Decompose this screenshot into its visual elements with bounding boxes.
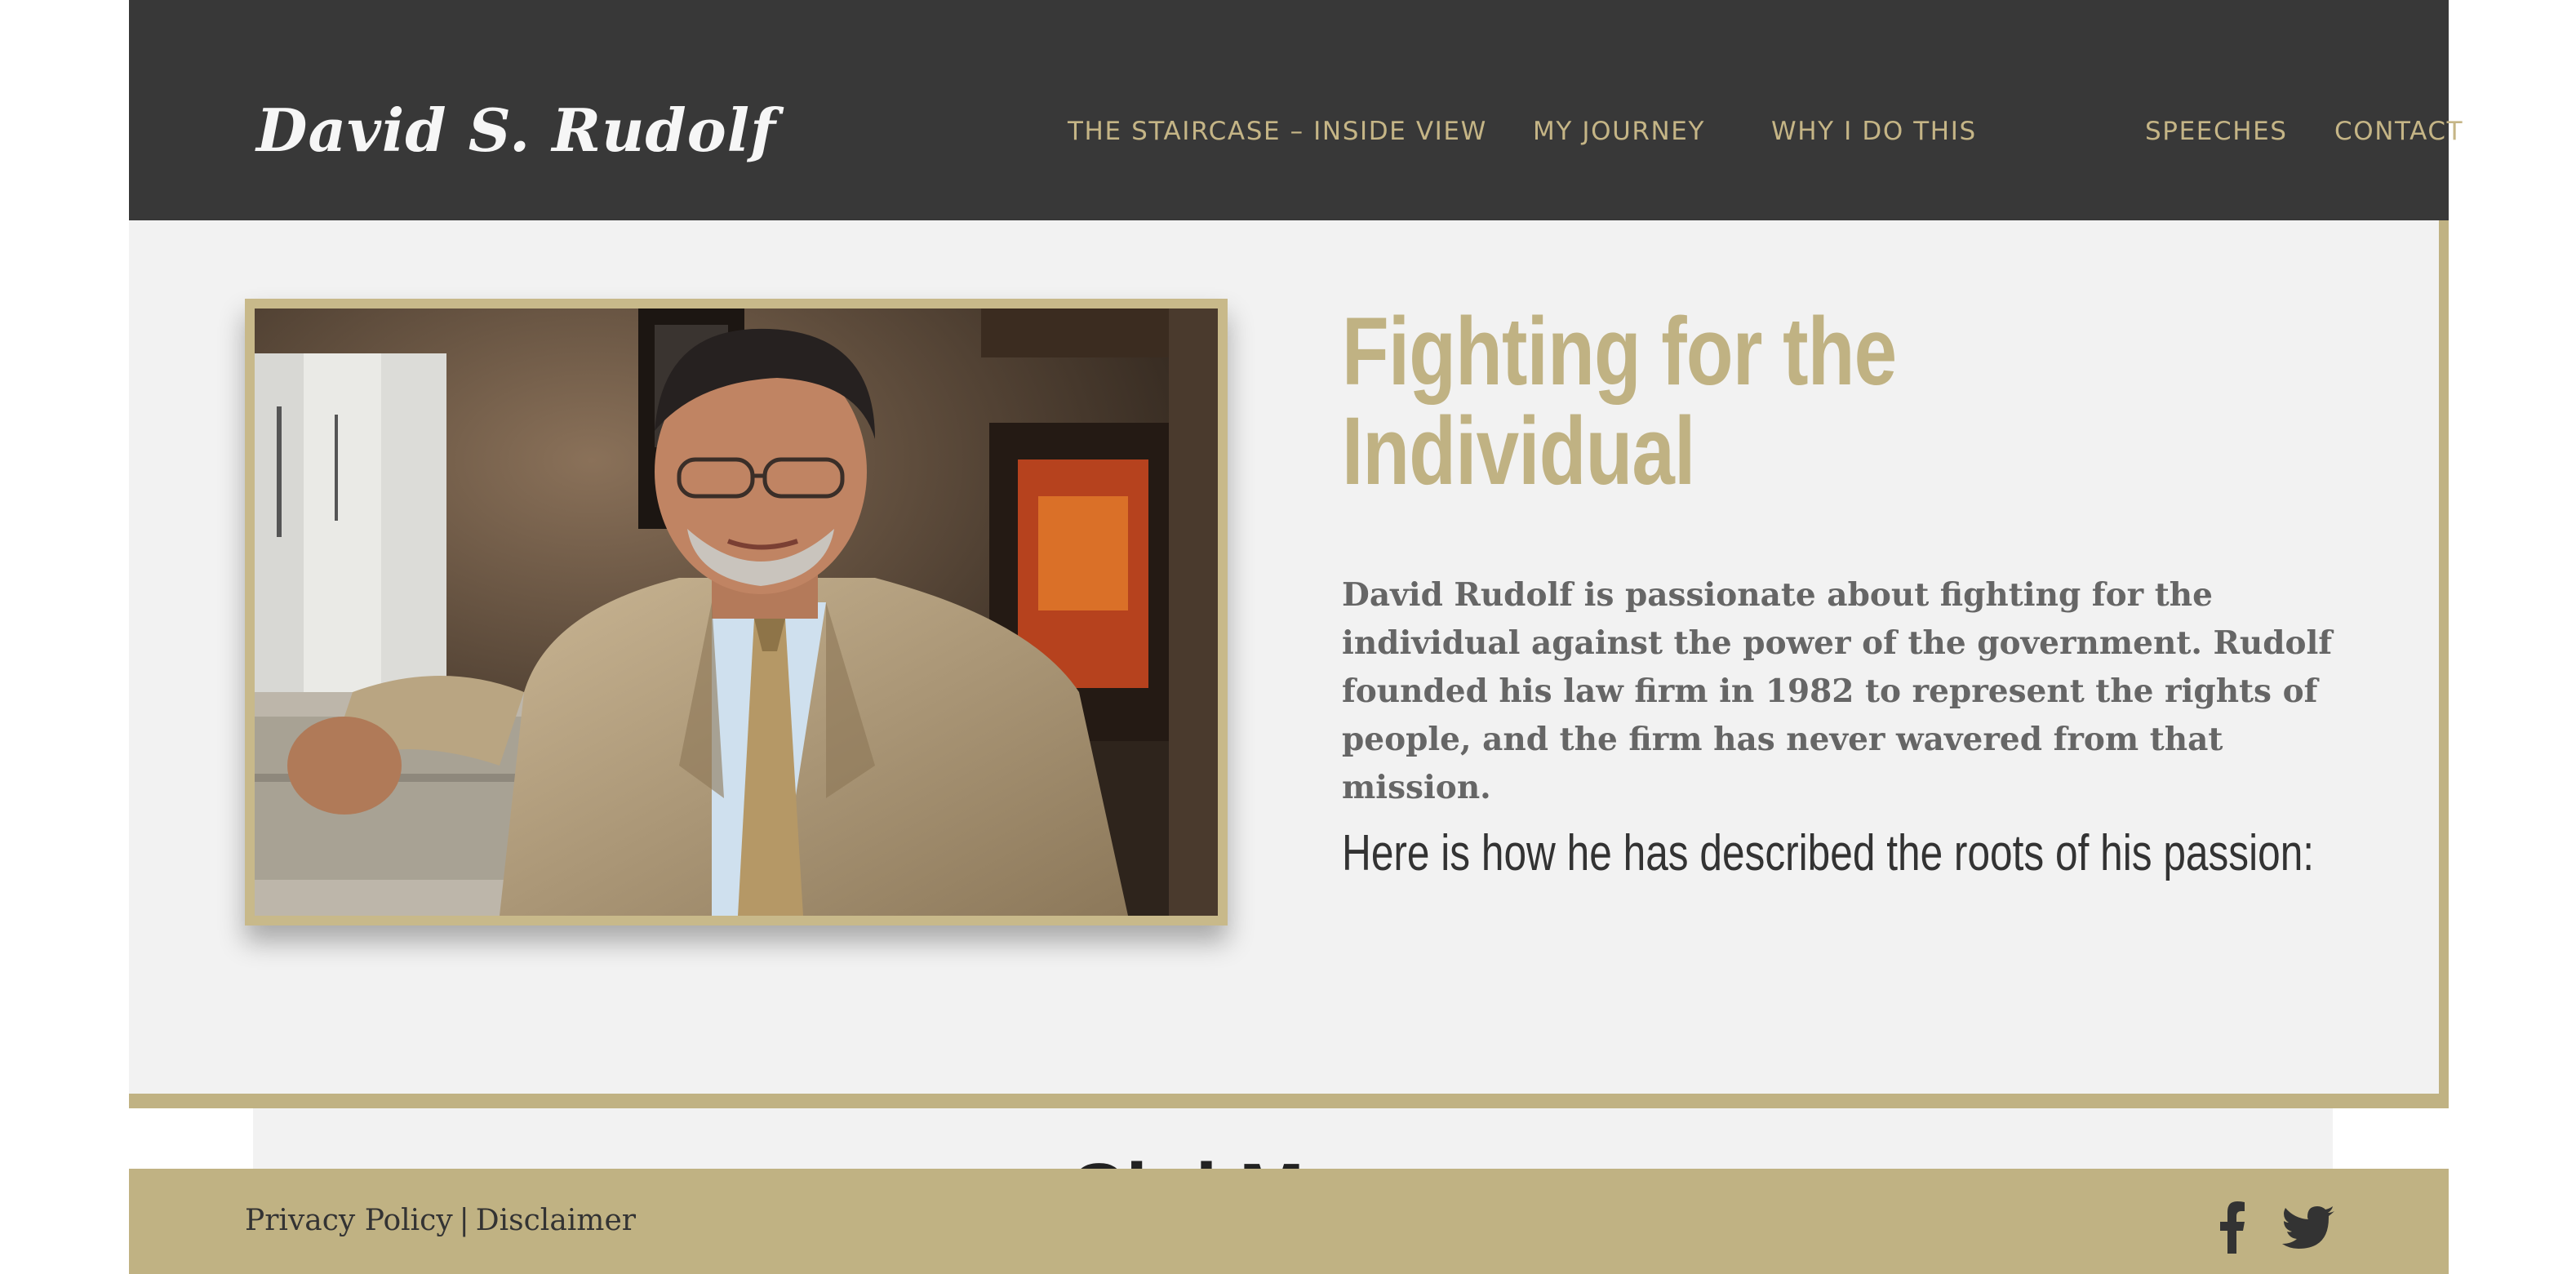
hero-body-text: David Rudolf is passionate about fightin…	[1342, 576, 2333, 806]
nav-item-my-journey[interactable]: MY JOURNEY	[1533, 113, 1705, 150]
facebook-glyph	[2220, 1201, 2245, 1254]
nav-item-the-staircase[interactable]: THE STAIRCASE – INSIDE VIEW	[1068, 113, 1487, 150]
hero-section: Fighting for the Individual David Rudolf…	[129, 220, 2449, 1108]
nav-item-speeches[interactable]: SPEECHES	[2145, 113, 2288, 150]
social-icons	[2187, 1201, 2334, 1254]
nav-item-why-i-do-this[interactable]: WHY I DO THIS	[1771, 113, 1977, 150]
site-logo[interactable]: David S. Rudolf	[256, 90, 776, 171]
site-footer: Privacy Policy | Disclaimer	[129, 1169, 2449, 1274]
next-section-heading: Cl d M	[1069, 1151, 1304, 1170]
footer-links: Privacy Policy | Disclaimer	[245, 1196, 636, 1245]
main-nav: THE STAIRCASE – INSIDE VIEW MY JOURNEY W…	[1068, 113, 2463, 150]
twitter-glyph	[2282, 1206, 2334, 1249]
footer-separator: |	[459, 1204, 469, 1237]
next-section-panel: Cl d M	[253, 1108, 2333, 1169]
hero-title-line-1: Fighting for the	[1342, 298, 1897, 406]
hero-subheading: Here is how he has described the roots o…	[1342, 825, 2315, 881]
site-header: David S. Rudolf THE STAIRCASE – INSIDE V…	[129, 0, 2463, 220]
twitter-icon[interactable]	[2282, 1201, 2334, 1254]
next-section: Cl d M	[137, 1108, 2449, 1169]
nav-item-contact[interactable]: CONTACT	[2334, 113, 2463, 150]
hero-title-line-2: Individual	[1342, 397, 1695, 505]
portrait-photo	[255, 309, 1218, 916]
hero-panel: Fighting for the Individual David Rudolf…	[129, 220, 2439, 1094]
privacy-policy-link[interactable]: Privacy Policy	[245, 1204, 453, 1237]
portrait-frame	[245, 299, 1228, 926]
facebook-icon[interactable]	[2220, 1201, 2245, 1254]
hero-title: Fighting for the Individual	[1342, 302, 2191, 501]
page: David S. Rudolf THE STAIRCASE – INSIDE V…	[0, 0, 2576, 1274]
portrait-illustration	[255, 309, 1218, 916]
disclaimer-link[interactable]: Disclaimer	[476, 1204, 636, 1237]
